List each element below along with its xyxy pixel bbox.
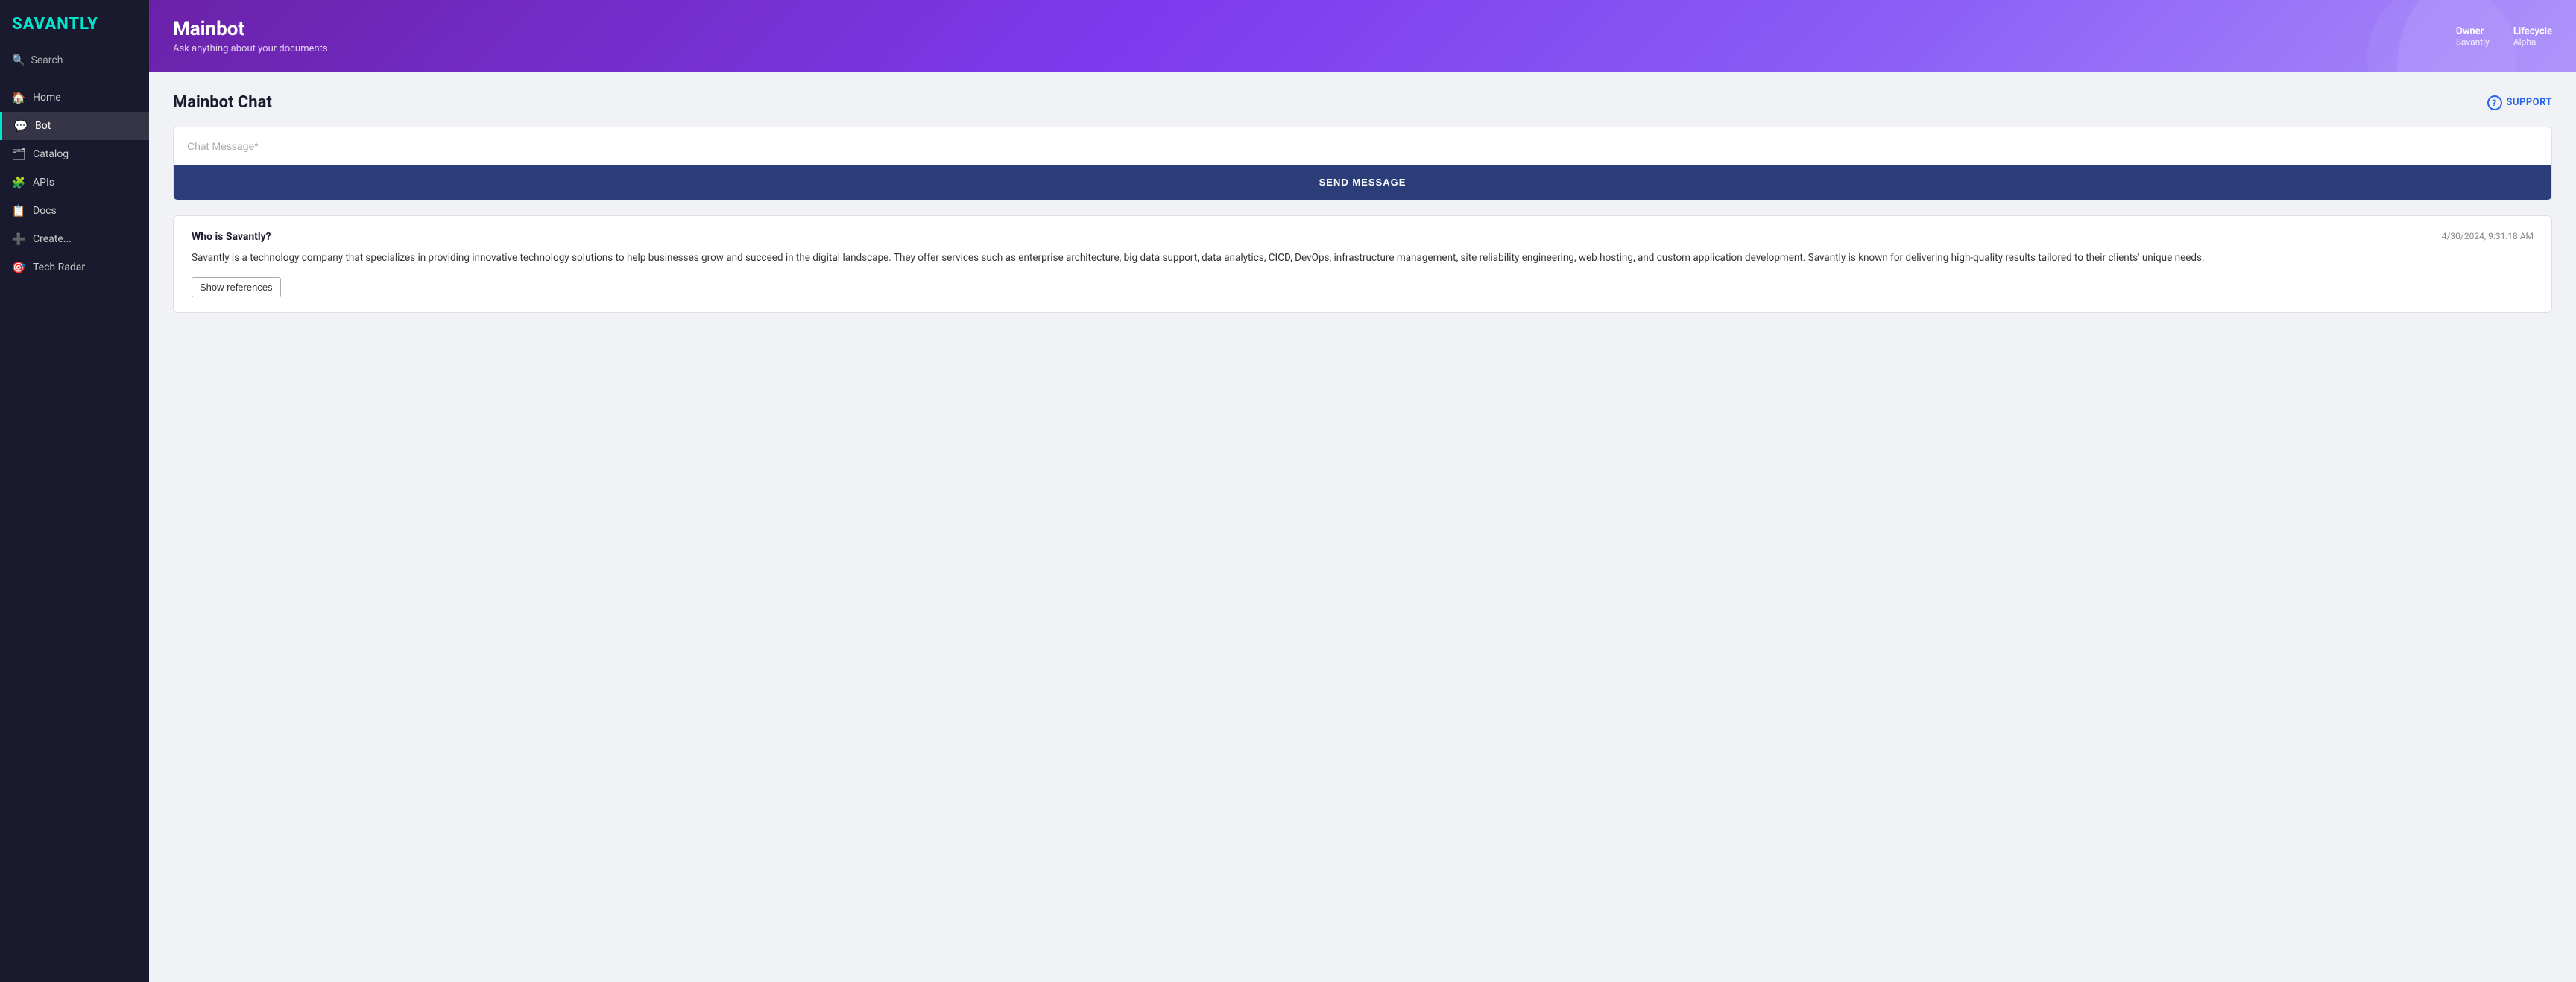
owner-label: Owner [2456, 25, 2484, 37]
message-question: Who is Savantly? [192, 231, 271, 243]
sidebar-item-home[interactable]: 🏠 Home [0, 83, 149, 112]
app-logo: SAVANTLY [0, 0, 149, 48]
create-icon: ➕ [12, 232, 25, 246]
search-icon: 🔍 [12, 54, 25, 66]
page-title: Mainbot Chat [173, 93, 272, 112]
sidebar-item-label: Home [33, 92, 61, 104]
search-button[interactable]: 🔍 Search [0, 48, 149, 77]
sidebar-item-tech-radar[interactable]: 🎯 Tech Radar [0, 253, 149, 282]
apis-icon: 🧩 [12, 176, 25, 189]
message-header: Who is Savantly? 4/30/2024, 9:31:18 AM [192, 231, 2534, 243]
header-subtitle: Ask anything about your documents [173, 43, 2552, 54]
sidebar: SAVANTLY 🔍 Search 🏠 Home 💬 Bot 🗂 Catalog… [0, 0, 149, 982]
search-label: Search [31, 54, 63, 66]
chat-input[interactable] [174, 127, 2551, 165]
message-card: Who is Savantly? 4/30/2024, 9:31:18 AM S… [173, 215, 2552, 313]
chat-input-area: SEND MESSAGE [173, 127, 2552, 200]
support-label: SUPPORT [2507, 97, 2552, 108]
sidebar-item-label: Bot [35, 120, 51, 132]
content-header: Mainbot Chat ? SUPPORT [173, 93, 2552, 112]
header-title: Mainbot [173, 18, 2552, 40]
sidebar-item-catalog[interactable]: 🗂 Catalog [0, 140, 149, 168]
messages-list: Who is Savantly? 4/30/2024, 9:31:18 AM S… [173, 215, 2552, 313]
lifecycle-value: Alpha [2513, 37, 2536, 47]
bot-icon: 💬 [14, 119, 28, 133]
sidebar-item-label: Catalog [33, 148, 69, 160]
owner-value: Savantly [2456, 37, 2490, 47]
sidebar-item-label: Tech Radar [33, 262, 85, 273]
sidebar-item-label: Create... [33, 233, 72, 245]
docs-icon: 📋 [12, 204, 25, 218]
support-link[interactable]: ? SUPPORT [2487, 95, 2552, 110]
owner-meta: Owner Savantly [2456, 25, 2490, 47]
support-icon: ? [2487, 95, 2502, 110]
sidebar-item-bot[interactable]: 💬 Bot [0, 112, 149, 140]
show-references-button[interactable]: Show references [192, 277, 281, 297]
content-area: Mainbot Chat ? SUPPORT SEND MESSAGE Who … [149, 72, 2576, 982]
tech-radar-icon: 🎯 [12, 261, 25, 274]
message-timestamp: 4/30/2024, 9:31:18 AM [2442, 231, 2534, 241]
sidebar-item-label: Docs [33, 205, 57, 217]
header-meta: Owner Savantly Lifecycle Alpha [2456, 25, 2552, 47]
header-banner: Mainbot Ask anything about your document… [149, 0, 2576, 72]
lifecycle-meta: Lifecycle Alpha [2513, 25, 2552, 47]
lifecycle-label: Lifecycle [2513, 25, 2552, 37]
send-message-button[interactable]: SEND MESSAGE [174, 165, 2551, 200]
main-content: Mainbot Ask anything about your document… [149, 0, 2576, 982]
message-body: Savantly is a technology company that sp… [192, 250, 2534, 267]
sidebar-item-apis[interactable]: 🧩 APIs [0, 168, 149, 197]
sidebar-item-docs[interactable]: 📋 Docs [0, 197, 149, 225]
sidebar-item-create[interactable]: ➕ Create... [0, 225, 149, 253]
sidebar-nav: 🏠 Home 💬 Bot 🗂 Catalog 🧩 APIs 📋 Docs ➕ C… [0, 77, 149, 982]
home-icon: 🏠 [12, 91, 25, 104]
catalog-icon: 🗂 [12, 148, 25, 161]
sidebar-item-label: APIs [33, 177, 54, 189]
